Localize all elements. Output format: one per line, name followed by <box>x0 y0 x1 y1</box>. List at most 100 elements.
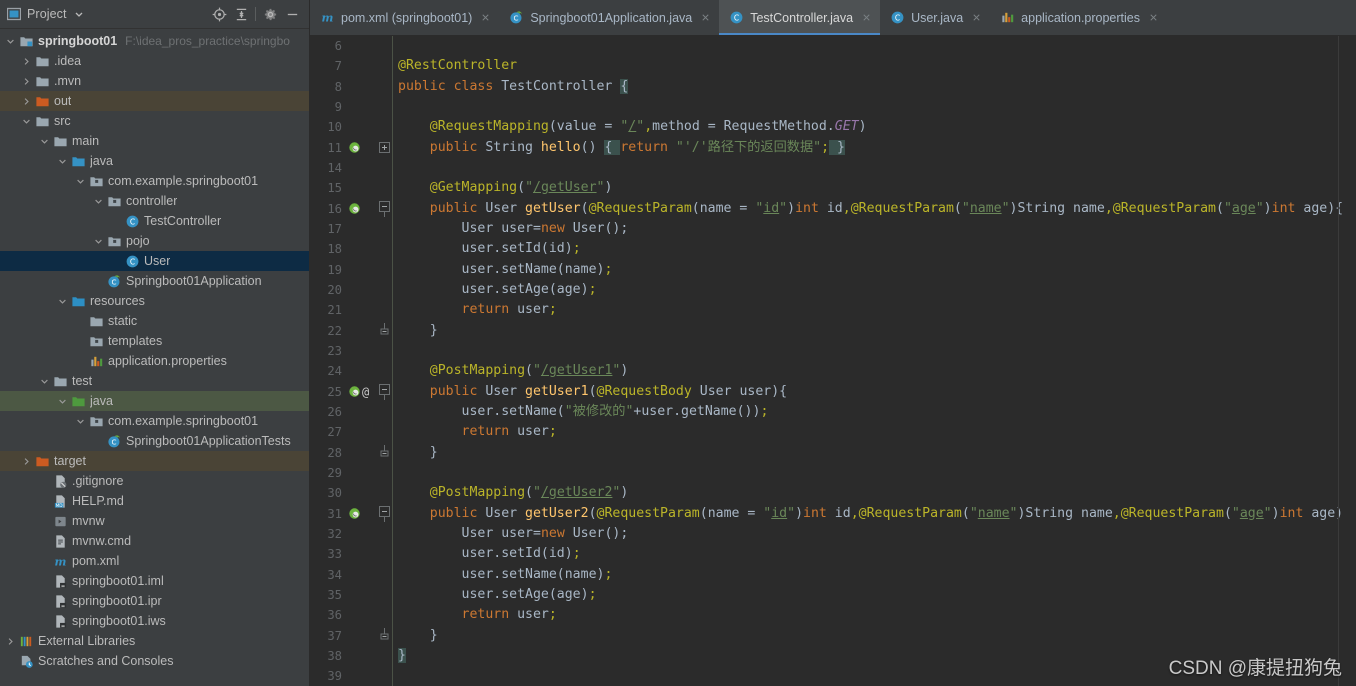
tree-node-src[interactable]: src <box>0 111 309 131</box>
tree-node-java[interactable]: java <box>0 391 309 411</box>
fold-minus-icon[interactable] <box>376 200 392 217</box>
chevron-right-icon[interactable] <box>20 51 33 71</box>
chevron-down-icon[interactable] <box>92 191 105 211</box>
fold-minus-icon[interactable] <box>376 505 392 522</box>
tree-node-pom-xml[interactable]: m pom.xml <box>0 551 309 571</box>
code-line[interactable]: 7 @RestController <box>310 56 1356 76</box>
code-text[interactable]: User user=new User(); <box>392 219 629 239</box>
chevron-down-icon[interactable] <box>74 9 84 19</box>
close-icon[interactable] <box>971 12 982 23</box>
code-line[interactable]: 20 user.setAge(age); <box>310 280 1356 300</box>
code-line[interactable]: 35 user.setAge(age); <box>310 585 1356 605</box>
code-line[interactable]: 30 @PostMapping("/getUser2") <box>310 483 1356 503</box>
spring-bean-icon[interactable] <box>348 507 361 520</box>
chevron-down-icon[interactable] <box>4 31 17 51</box>
gutter-icons[interactable] <box>346 202 376 215</box>
tree-node-springboot01applicationtests[interactable]: C Springboot01ApplicationTests <box>0 431 309 451</box>
chevron-right-icon[interactable] <box>4 631 17 651</box>
code-editor[interactable]: 6 7 @RestController 8 public class TestContr… <box>310 36 1356 686</box>
gutter-icons[interactable] <box>346 507 376 520</box>
editor-scrollbar[interactable] <box>1343 36 1356 686</box>
gutter-icons[interactable] <box>346 141 376 154</box>
code-line[interactable]: 8 public class TestController { <box>310 77 1356 97</box>
gutter-icons[interactable]: @ <box>346 385 376 398</box>
code-text[interactable]: return user; <box>392 605 557 625</box>
code-text[interactable]: public class TestController { <box>392 77 629 97</box>
tree-node-pojo[interactable]: pojo <box>0 231 309 251</box>
fold-minus-icon[interactable] <box>376 383 392 400</box>
code-text[interactable]: return user; <box>392 422 557 442</box>
tree-node-idea[interactable]: .idea <box>0 51 309 71</box>
code-text[interactable]: @RestController <box>392 56 517 76</box>
code-line[interactable]: 36 return user; <box>310 605 1356 625</box>
code-text[interactable]: User user=new User(); <box>392 524 629 544</box>
tree-node-mvn[interactable]: .mvn <box>0 71 309 91</box>
code-text[interactable]: } <box>392 443 438 463</box>
code-text[interactable]: user.setAge(age); <box>392 585 597 605</box>
spring-bean-icon[interactable] <box>348 141 361 154</box>
spring-bean-icon[interactable] <box>348 385 361 398</box>
editor-tab-bar[interactable]: m pom.xml (springboot01) C Springboot01Appl… <box>310 0 1356 36</box>
tree-node-test[interactable]: test <box>0 371 309 391</box>
tree-node-springboot01-iml[interactable]: springboot01.iml <box>0 571 309 591</box>
tree-node-springboot01application[interactable]: C Springboot01Application <box>0 271 309 291</box>
editor-tab-application-properties[interactable]: application.properties <box>990 0 1167 35</box>
editor-tab-user-java[interactable]: C User.java <box>880 0 990 35</box>
tree-node-testcontroller[interactable]: C TestController <box>0 211 309 231</box>
code-text[interactable]: @RequestMapping(value = "/",method = Req… <box>392 117 867 137</box>
tree-node-springboot01[interactable]: springboot01 F:\idea_pros_practice\spring… <box>0 31 309 51</box>
code-text[interactable]: user.setName(name); <box>392 260 613 280</box>
collapse-all-icon[interactable] <box>230 3 252 25</box>
fold-end-icon[interactable] <box>376 322 392 339</box>
chevron-down-icon[interactable] <box>92 231 105 251</box>
chevron-down-icon[interactable] <box>56 291 69 311</box>
chevron-down-icon[interactable] <box>20 111 33 131</box>
code-line[interactable]: 18 user.setId(id); <box>310 239 1356 259</box>
tree-node-com-example-springboot01[interactable]: com.example.springboot01 <box>0 411 309 431</box>
locate-icon[interactable] <box>208 3 230 25</box>
tree-node-templates[interactable]: templates <box>0 331 309 351</box>
fold-end-icon[interactable] <box>376 444 392 461</box>
fold-end-icon[interactable] <box>376 627 392 644</box>
chevron-down-icon[interactable] <box>38 131 51 151</box>
code-text[interactable]: } <box>392 626 438 646</box>
code-text[interactable]: @PostMapping("/getUser2") <box>392 483 629 503</box>
code-text[interactable]: user.setAge(age); <box>392 280 597 300</box>
code-line[interactable]: 24 @PostMapping("/getUser1") <box>310 361 1356 381</box>
code-line[interactable]: 38} <box>310 646 1356 666</box>
chevron-right-icon[interactable] <box>20 71 33 91</box>
code-line[interactable]: 11 public String hello() { return "'/'路径… <box>310 138 1356 158</box>
minimize-icon[interactable] <box>281 3 303 25</box>
code-text[interactable]: public User getUser(@RequestParam(name =… <box>392 199 1343 219</box>
tree-node-java[interactable]: java <box>0 151 309 171</box>
chevron-down-icon[interactable] <box>74 171 87 191</box>
code-line[interactable]: 39 <box>310 666 1356 686</box>
code-text[interactable]: user.setId(id); <box>392 544 581 564</box>
close-icon[interactable] <box>480 12 491 23</box>
tree-node-springboot01-iws[interactable]: springboot01.iws <box>0 611 309 631</box>
code-line[interactable]: 14 <box>310 158 1356 178</box>
code-line[interactable]: 34 user.setName(name); <box>310 565 1356 585</box>
code-line[interactable]: 25 @ public User getUser1(@RequestBody Us… <box>310 382 1356 402</box>
code-lines[interactable]: 6 7 @RestController 8 public class TestContr… <box>310 36 1356 686</box>
code-line[interactable]: 32 User user=new User(); <box>310 524 1356 544</box>
close-icon[interactable] <box>700 12 711 23</box>
code-text[interactable]: public User getUser2(@RequestParam(name … <box>392 504 1351 524</box>
code-line[interactable]: 16 public User getUser(@RequestParam(nam… <box>310 199 1356 219</box>
code-text[interactable]: public String hello() { return "'/'路径下的返… <box>392 138 845 158</box>
chevron-down-icon[interactable] <box>74 411 87 431</box>
code-line[interactable]: 31 public User getUser2(@RequestParam(na… <box>310 504 1356 524</box>
tree-node-mvnw[interactable]: mvnw <box>0 511 309 531</box>
code-text[interactable]: } <box>392 646 406 666</box>
code-text[interactable]: public User getUser1(@RequestBody User u… <box>392 382 787 402</box>
tree-node-external-libraries[interactable]: External Libraries <box>0 631 309 651</box>
tree-node-out[interactable]: out <box>0 91 309 111</box>
code-text[interactable]: user.setName(name); <box>392 565 613 585</box>
project-tree[interactable]: springboot01 F:\idea_pros_practice\spring… <box>0 29 309 686</box>
tree-node-controller[interactable]: controller <box>0 191 309 211</box>
tree-node-target[interactable]: target <box>0 451 309 471</box>
chevron-right-icon[interactable] <box>20 451 33 471</box>
spring-bean-icon[interactable] <box>348 202 361 215</box>
chevron-right-icon[interactable] <box>20 91 33 111</box>
tree-node-mvnw-cmd[interactable]: mvnw.cmd <box>0 531 309 551</box>
